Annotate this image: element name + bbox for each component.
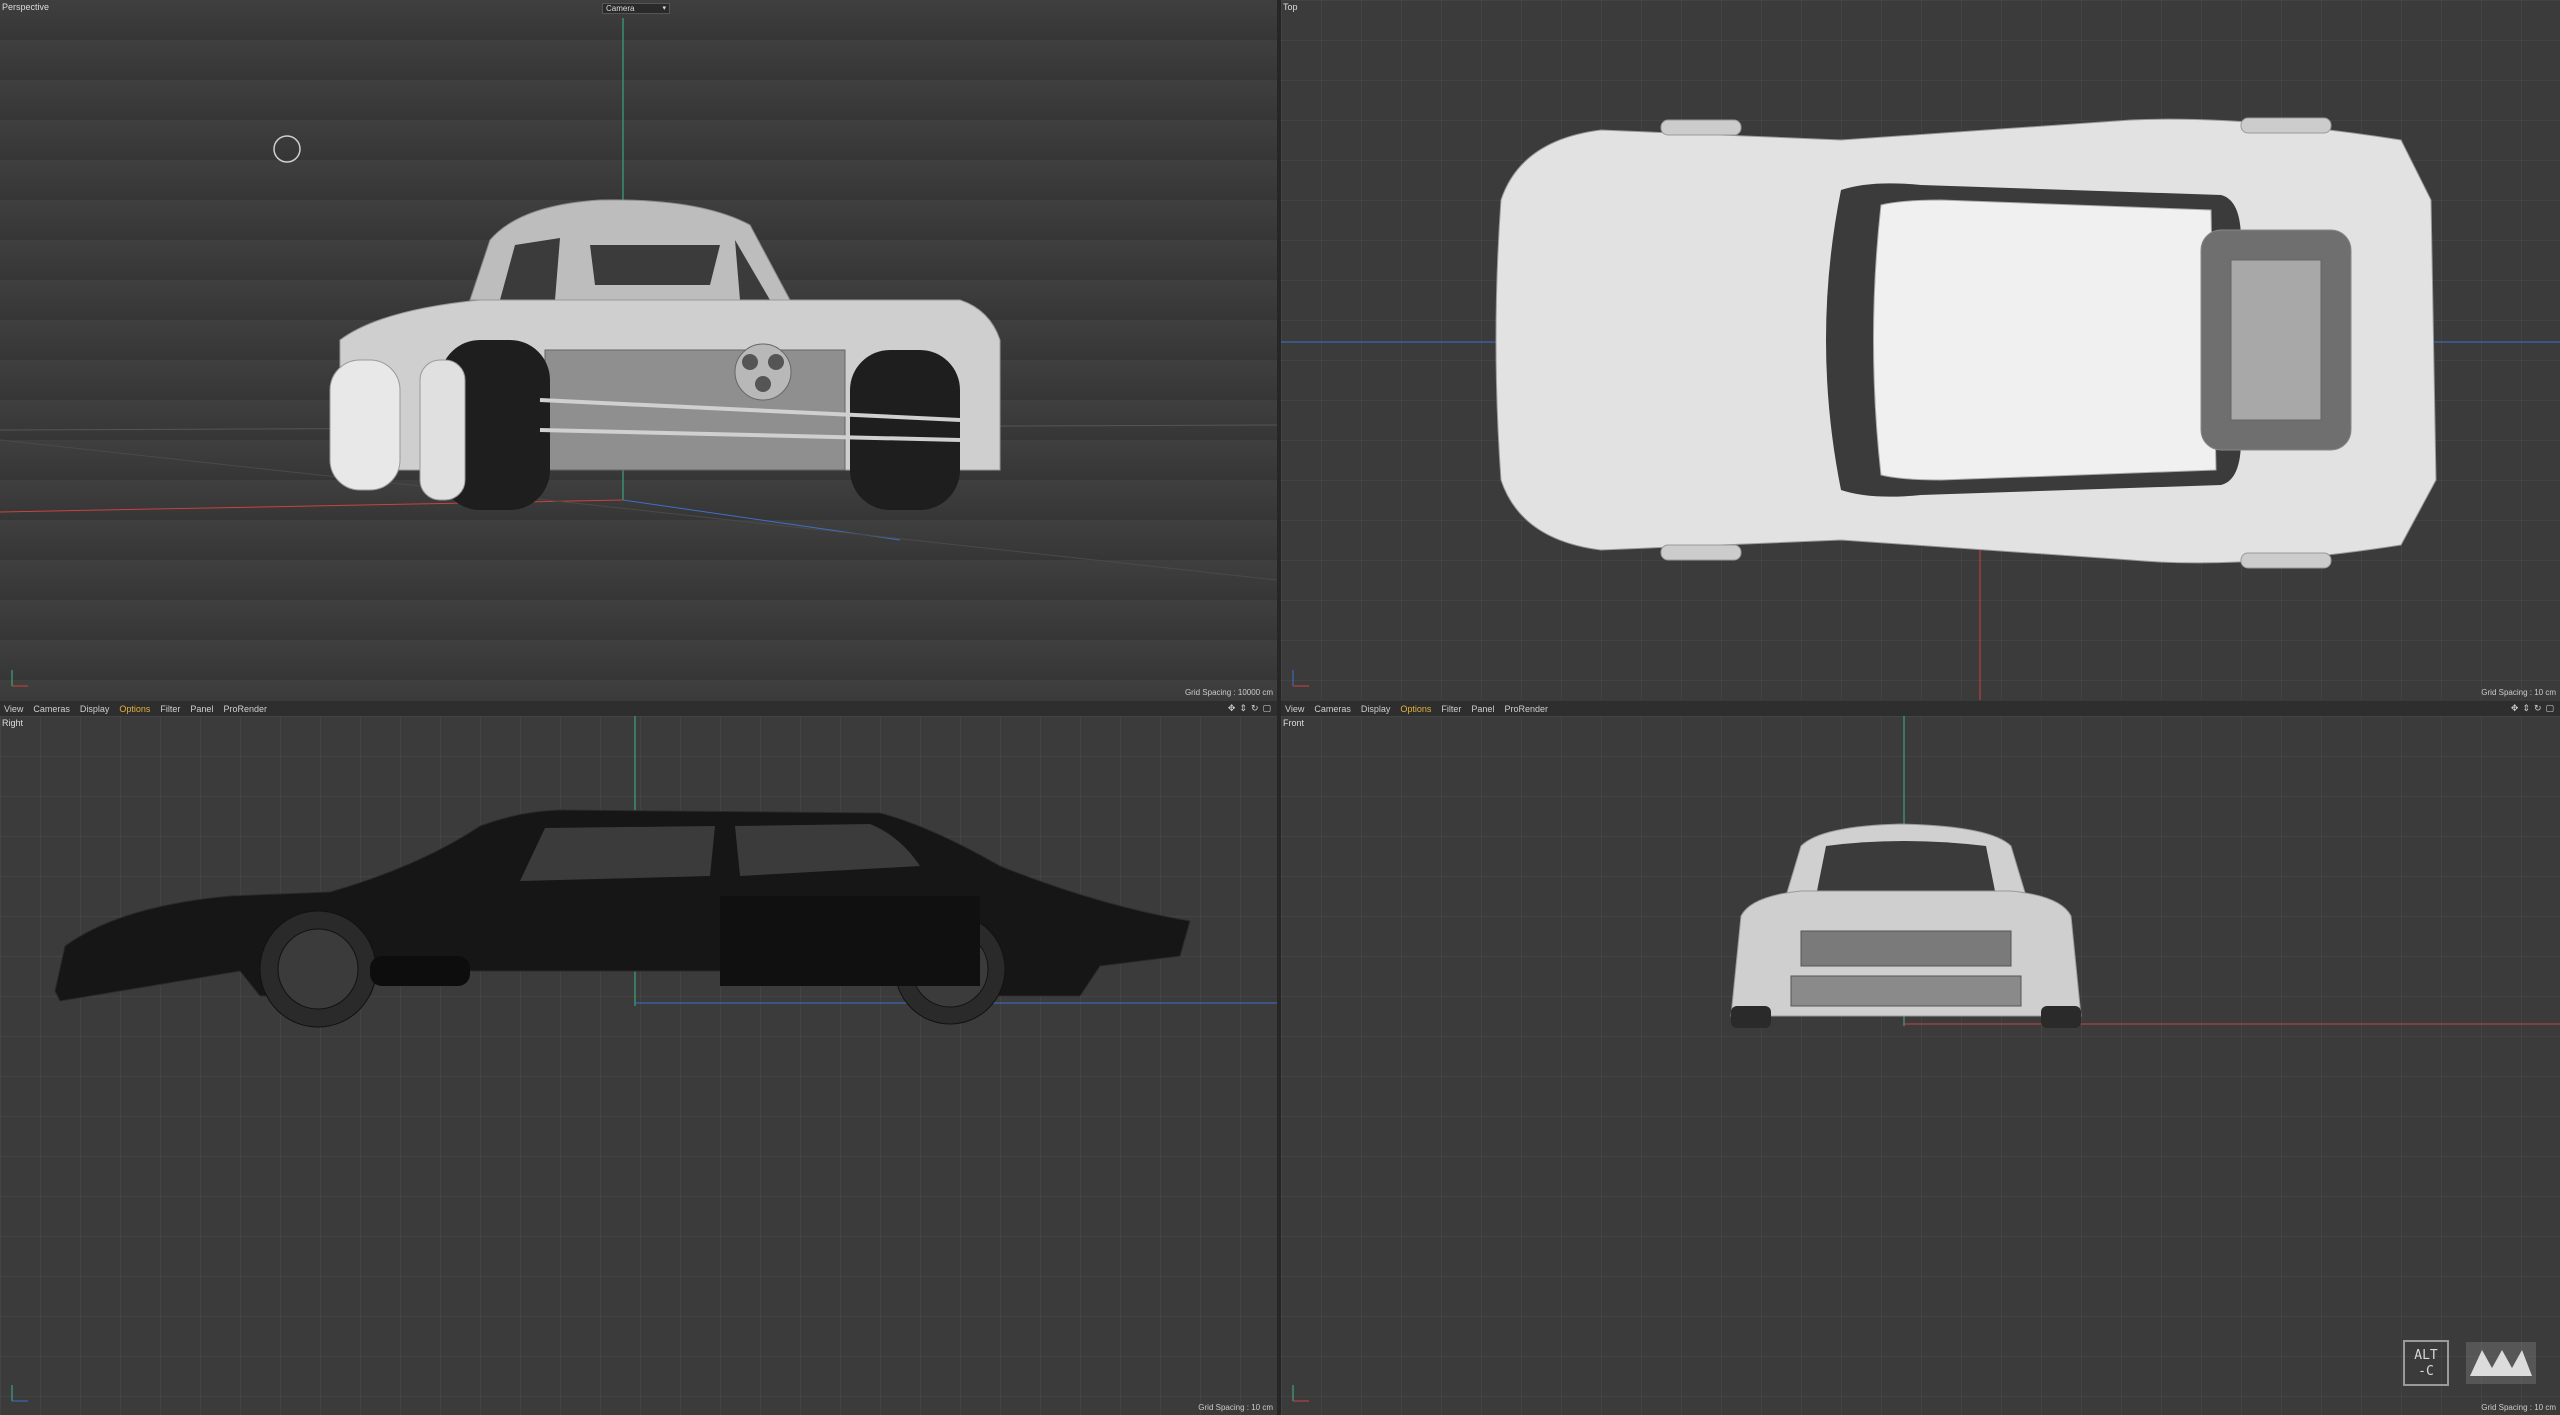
menu-options[interactable]: Options — [1400, 704, 1431, 714]
menu-cameras[interactable]: Cameras — [1314, 704, 1351, 714]
grid-spacing-top: Grid Spacing : 10 cm — [2481, 688, 2556, 697]
menu-prorender[interactable]: ProRender — [1504, 704, 1548, 714]
grid-spacing-front: Grid Spacing : 10 cm — [2481, 1403, 2556, 1412]
chevron-down-icon: ▾ — [662, 5, 666, 12]
viewport-divider[interactable] — [1277, 0, 1281, 1415]
axis-gizmo-icon — [1292, 1385, 1309, 1402]
menu-display[interactable]: Display — [1361, 704, 1391, 714]
viewport-label-top[interactable]: Top — [1283, 2, 1298, 12]
car-side-wireframe-model — [54, 809, 1191, 1028]
cursor-ring — [273, 135, 301, 163]
menu-prorender[interactable]: ProRender — [223, 704, 267, 714]
perspective-viewport[interactable]: Perspective Camera ▾ Grid Spacing : 1000… — [0, 0, 1277, 700]
zoom-icon[interactable]: ⇕ — [2522, 703, 2530, 714]
grid-spacing-right: Grid Spacing : 10 cm — [1198, 1403, 1273, 1412]
menu-filter[interactable]: Filter — [160, 704, 180, 714]
right-scene — [54, 716, 1277, 1028]
viewport-menubar-left: View Cameras Display Options Filter Pane… — [0, 701, 1277, 716]
front-scene — [1730, 716, 2560, 1028]
perspective-scene — [0, 18, 1277, 581]
top-viewport[interactable]: Top Grid Spacing : 10 cm — [1281, 0, 2560, 700]
maximize-icon[interactable]: ▢ — [1262, 703, 1271, 714]
axis-gizmo-icon — [1292, 670, 1309, 687]
axis-gizmo-icon — [11, 670, 28, 687]
car-top-model — [1495, 117, 2437, 569]
menu-options[interactable]: Options — [119, 704, 150, 714]
move-icon[interactable]: ✥ — [2511, 703, 2519, 714]
axis-gizmo-icon — [11, 1385, 28, 1402]
menu-display[interactable]: Display — [80, 704, 110, 714]
logo-line1: ALT — [2414, 1348, 2438, 1363]
camera-dropdown[interactable]: Camera ▾ — [602, 3, 670, 14]
brand-mark-icon — [2466, 1342, 2536, 1384]
maximize-icon[interactable]: ▢ — [2545, 703, 2554, 714]
nav-icons: ✥ ⇕ ↻ ▢ — [2511, 703, 2554, 714]
menu-filter[interactable]: Filter — [1441, 704, 1461, 714]
car-front-model — [1730, 823, 2082, 1028]
menu-view[interactable]: View — [1285, 704, 1304, 714]
right-viewport[interactable]: Right Grid Spacing : 10 cm — [0, 716, 1277, 1415]
viewport-label-front[interactable]: Front — [1283, 718, 1304, 728]
alt-c-logo: ALT -C — [2403, 1340, 2449, 1386]
viewport-label-right[interactable]: Right — [2, 718, 23, 728]
front-viewport[interactable]: Front Grid Spacing : 10 cm — [1281, 716, 2560, 1415]
move-icon[interactable]: ✥ — [1228, 703, 1236, 714]
camera-dropdown-value: Camera — [606, 4, 635, 13]
top-scene — [1281, 117, 2560, 700]
menu-panel[interactable]: Panel — [1471, 704, 1494, 714]
car-rear-model — [329, 199, 1001, 510]
menu-panel[interactable]: Panel — [190, 704, 213, 714]
menu-cameras[interactable]: Cameras — [33, 704, 70, 714]
rotate-icon[interactable]: ↻ — [1251, 703, 1259, 714]
logo-line2: -C — [2418, 1364, 2434, 1379]
menu-view[interactable]: View — [4, 704, 23, 714]
grid-spacing-perspective: Grid Spacing : 10000 cm — [1184, 688, 1273, 697]
nav-icons: ✥ ⇕ ↻ ▢ — [1228, 703, 1271, 714]
viewport-label-perspective[interactable]: Perspective — [2, 2, 49, 12]
zoom-icon[interactable]: ⇕ — [1239, 703, 1247, 714]
rotate-icon[interactable]: ↻ — [2534, 703, 2542, 714]
viewport-menubar-right: View Cameras Display Options Filter Pane… — [1281, 701, 2560, 716]
